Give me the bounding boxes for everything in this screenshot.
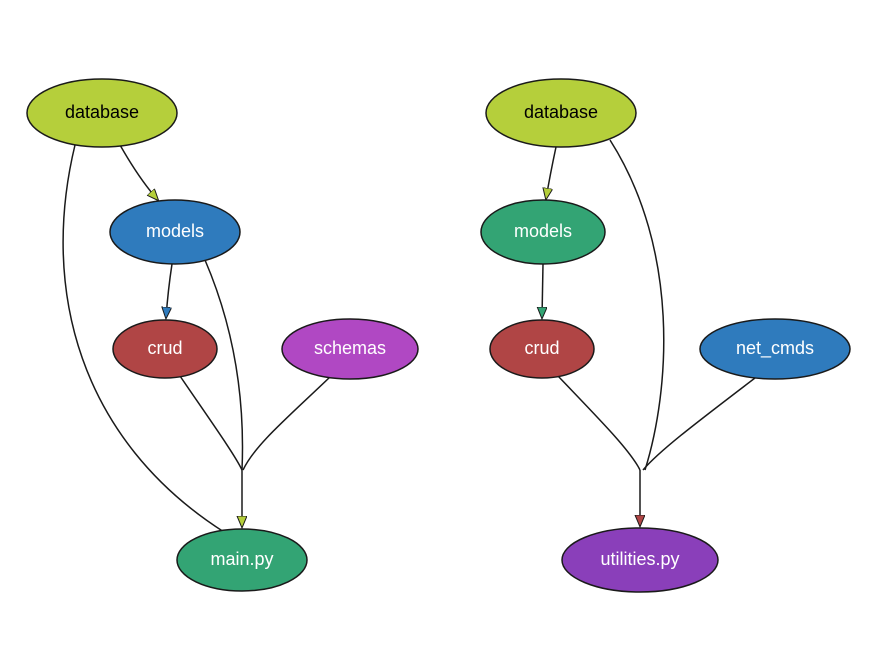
- node-label: models: [514, 221, 572, 241]
- edge-database-models-r: [546, 147, 556, 199]
- node-label: utilities.py: [600, 549, 679, 569]
- node-models-left: models: [110, 200, 240, 264]
- node-database-left: database: [27, 79, 177, 147]
- edge-schemas-main: [243, 377, 330, 470]
- dependency-diagram: database models crud schemas main.py: [0, 0, 890, 668]
- node-label: net_cmds: [736, 338, 814, 359]
- edge-crud-main: [180, 376, 242, 470]
- node-netcmds-right: net_cmds: [700, 319, 850, 379]
- left-graph: database models crud schemas main.py: [27, 79, 418, 591]
- edge-models-crud-r: [542, 264, 543, 318]
- node-label: crud: [147, 338, 182, 358]
- node-label: database: [65, 102, 139, 122]
- edge-database-util-r: [610, 140, 664, 470]
- node-label: main.py: [210, 549, 273, 569]
- edge-database-models: [120, 145, 158, 200]
- node-crud-left: crud: [113, 320, 217, 378]
- edge-netcmds-util-r: [643, 378, 755, 470]
- right-graph: database models crud net_cmds utilities.…: [481, 79, 850, 592]
- node-label: models: [146, 221, 204, 241]
- edge-models-main: [205, 260, 243, 470]
- node-label: schemas: [314, 338, 386, 358]
- node-label: crud: [524, 338, 559, 358]
- node-schemas-left: schemas: [282, 319, 418, 379]
- node-main-left: main.py: [177, 529, 307, 591]
- node-util-right: utilities.py: [562, 528, 718, 592]
- node-label: database: [524, 102, 598, 122]
- edge-models-crud: [166, 264, 172, 318]
- node-crud-right: crud: [490, 320, 594, 378]
- edge-crud-util-r: [558, 376, 640, 470]
- node-database-right: database: [486, 79, 636, 147]
- node-models-right: models: [481, 200, 605, 264]
